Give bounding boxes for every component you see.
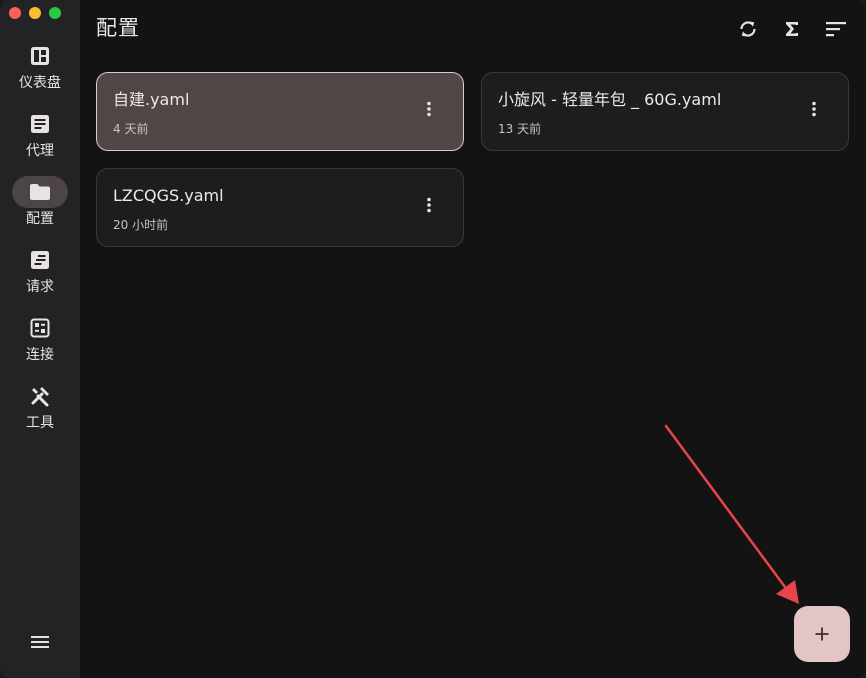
profile-card[interactable]: 自建.yaml 4 天前 [96, 72, 464, 151]
sidebar-item-connections[interactable]: 连接 [0, 312, 80, 372]
zoom-window-button[interactable] [49, 7, 61, 19]
profile-name: 小旋风 - 轻量年包 _ 60G.yaml [498, 90, 722, 109]
sidebar-item-profiles[interactable]: 配置 [0, 176, 80, 236]
folder-icon [30, 184, 50, 200]
add-profile-button[interactable] [794, 606, 850, 662]
hamburger-menu-icon [31, 636, 49, 648]
more-vert-icon [812, 101, 816, 117]
sidebar-pill [12, 244, 68, 276]
sidebar-pill [12, 108, 68, 140]
sidebar-item-label: 请求 [26, 279, 54, 295]
sidebar-item-label: 代理 [26, 143, 54, 159]
sidebar-pill [12, 312, 68, 344]
app-window: 仪表盘 代理 配置 请求 连接 工具 配置 自建.yaml 4 天前 小旋风 -… [0, 0, 866, 678]
sidebar-item-proxy[interactable]: 代理 [0, 108, 80, 168]
connections-icon [30, 318, 50, 338]
profile-more-button[interactable] [802, 97, 826, 121]
sidebar-item-requests[interactable]: 请求 [0, 244, 80, 304]
sidebar-pill [12, 40, 68, 72]
page-title: 配置 [96, 16, 140, 40]
sidebar-item-label: 配置 [26, 211, 54, 227]
sort-icon [826, 22, 846, 37]
profile-card[interactable]: 小旋风 - 轻量年包 _ 60G.yaml 13 天前 [481, 72, 849, 151]
profile-name: LZCQGS.yaml [113, 186, 224, 205]
hamburger-menu-button[interactable] [24, 626, 56, 658]
article-icon [31, 115, 49, 133]
minimize-window-button[interactable] [29, 7, 41, 19]
more-vert-icon [427, 101, 431, 117]
request-list-icon [31, 251, 49, 269]
sidebar-item-label: 仪表盘 [19, 75, 61, 91]
profile-name: 自建.yaml [113, 90, 190, 109]
close-window-button[interactable] [9, 7, 21, 19]
sort-button[interactable] [821, 14, 851, 44]
dashboard-icon [31, 47, 49, 65]
sidebar-item-dashboard[interactable]: 仪表盘 [0, 40, 80, 100]
sync-button[interactable] [733, 14, 763, 44]
sum-button[interactable] [777, 14, 807, 44]
sidebar-item-label: 工具 [26, 415, 54, 431]
more-vert-icon [427, 197, 431, 213]
profile-card[interactable]: LZCQGS.yaml 20 小时前 [96, 168, 464, 247]
profile-more-button[interactable] [417, 193, 441, 217]
profile-updated-time: 13 天前 [498, 122, 542, 136]
sync-icon [740, 21, 756, 37]
profile-more-button[interactable] [417, 97, 441, 121]
sigma-icon [786, 22, 798, 36]
plus-icon [815, 627, 829, 641]
sidebar-item-tools[interactable]: 工具 [0, 380, 80, 440]
tools-icon [31, 387, 49, 407]
profile-updated-time: 20 小时前 [113, 218, 169, 232]
profile-updated-time: 4 天前 [113, 122, 149, 136]
sidebar: 仪表盘 代理 配置 请求 连接 工具 [0, 0, 80, 678]
sidebar-pill-active [12, 176, 68, 208]
sidebar-pill [12, 380, 68, 412]
sidebar-item-label: 连接 [26, 347, 54, 363]
